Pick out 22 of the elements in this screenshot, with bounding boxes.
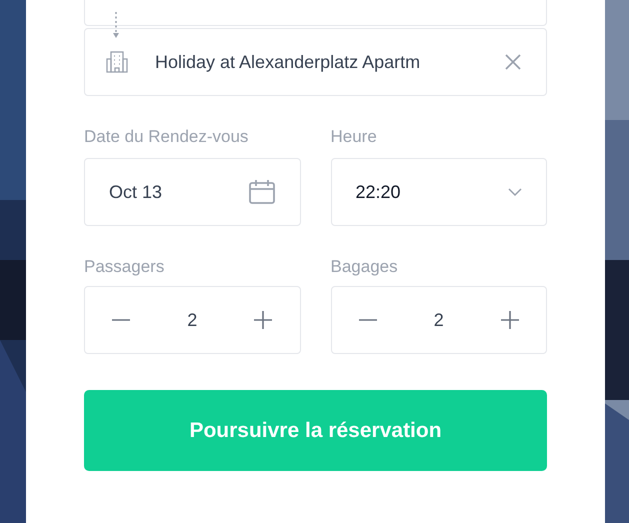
date-value: Oct 13 — [109, 180, 162, 204]
close-icon[interactable] — [504, 53, 522, 71]
plus-icon[interactable] — [500, 310, 520, 330]
destination-field[interactable]: Holiday at Alexanderplatz Apartm — [84, 28, 547, 96]
time-select[interactable]: 22:20 — [330, 158, 547, 226]
calendar-icon — [248, 179, 276, 205]
plus-icon[interactable] — [253, 310, 274, 330]
date-field[interactable]: Oct 13 — [84, 158, 300, 226]
destination-value: Holiday at Alexanderplatz Apartm — [155, 50, 420, 74]
building-icon — [105, 50, 129, 74]
counter-label: Passagers — [84, 256, 166, 276]
counter-value: 2 — [187, 308, 198, 332]
chevron-down-icon — [508, 188, 522, 196]
counter-field[interactable]: 2 — [84, 286, 300, 354]
dotted-arrow-icon — [112, 12, 120, 40]
counter-label: Bagages — [330, 256, 399, 276]
date-label: Date du Rendez-vous — [84, 126, 250, 146]
time-label: Heure — [330, 126, 378, 146]
time-value: 22:20 — [356, 180, 401, 204]
counter-value: 2 — [434, 308, 444, 332]
origin-field[interactable] — [84, 0, 547, 26]
counter-field[interactable]: 2 — [330, 286, 547, 354]
